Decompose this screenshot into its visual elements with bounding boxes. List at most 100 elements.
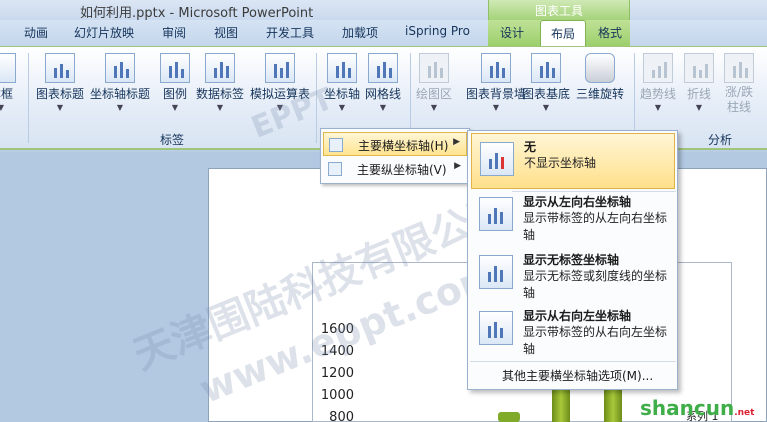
text-box-label: 本框 — [0, 87, 13, 101]
axes-label: 坐标轴 — [324, 87, 361, 101]
data-table-button[interactable]: 模拟运算表 ▼ — [250, 53, 310, 112]
legend-button[interactable]: 图例 ▼ — [160, 53, 190, 112]
axis-titles-label: 坐标轴标题 — [90, 87, 151, 101]
lines-button[interactable]: 折线 ▼ — [684, 53, 714, 112]
up-down-bars-label-2: 柱线 — [726, 100, 751, 114]
group-label-analysis: 分析 — [708, 133, 733, 147]
group-separator — [28, 53, 29, 143]
axis-option-right-to-left[interactable]: 显示从右向左坐标轴 显示带标签的从右向左坐标轴 — [471, 303, 675, 359]
data-labels-icon — [205, 53, 235, 83]
axes-icon — [327, 53, 357, 83]
data-labels-button[interactable]: 数据标签 ▼ — [196, 53, 244, 112]
gridlines-icon — [368, 53, 398, 83]
chart-title-button[interactable]: 图表标题 ▼ — [36, 53, 84, 112]
chart-bar[interactable] — [498, 412, 520, 422]
chevron-down-icon: ▼ — [216, 103, 224, 112]
axis-option-title: 显示从左向右坐标轴 — [523, 195, 632, 209]
left-to-right-axis-icon — [479, 197, 513, 231]
chart-wall-button[interactable]: 图表背景墙 ▼ — [466, 53, 526, 112]
axis-titles-icon — [105, 53, 135, 83]
chart-bar[interactable] — [552, 386, 570, 422]
text-box-icon — [0, 53, 16, 83]
axis-option-desc: 显示带标签的从右向左坐标轴 — [523, 325, 668, 356]
tab-developer[interactable]: 开发工具 — [266, 24, 314, 41]
axis-option-desc: 显示无标签或刻度线的坐标轴 — [523, 269, 668, 300]
right-to-left-axis-icon — [479, 311, 513, 345]
y-tick-label: 800 — [329, 410, 354, 422]
chart-bar[interactable] — [604, 386, 622, 422]
chevron-down-icon: ▼ — [0, 103, 5, 112]
more-axis-options-item[interactable]: 其他主要横坐标轴选项(M)... — [502, 367, 653, 384]
gridlines-button[interactable]: 网格线 ▼ — [365, 53, 401, 112]
trendline-button[interactable]: 趋势线 ▼ — [640, 53, 676, 112]
axes-button[interactable]: 坐标轴 ▼ — [320, 50, 362, 124]
up-down-bars-label-1: 涨/跌 — [724, 85, 754, 99]
chart-floor-icon — [531, 53, 561, 83]
tab-slideshow[interactable]: 幻灯片放映 — [74, 24, 134, 41]
chevron-down-icon: ▼ — [492, 103, 500, 112]
tab-view[interactable]: 视图 — [214, 24, 238, 41]
chevron-down-icon: ▼ — [695, 103, 703, 112]
chart-wall-icon — [481, 53, 511, 83]
no-axis-icon — [480, 142, 514, 176]
tab-layout[interactable]: 布局 — [540, 20, 586, 47]
chevron-right-icon: ▶ — [453, 137, 460, 147]
3d-rotation-button[interactable]: 三维旋转 — [576, 53, 624, 102]
chevron-down-icon: ▼ — [542, 103, 550, 112]
tab-ispring[interactable]: iSpring Pro — [405, 24, 470, 38]
tab-review[interactable]: 审阅 — [162, 24, 186, 41]
y-tick-label: 1600 — [320, 322, 354, 337]
primary-vertical-axis-label: 主要纵坐标轴(V) — [357, 163, 447, 177]
axis-option-left-to-right[interactable]: 显示从左向右坐标轴 显示带标签的从左向右坐标轴 — [471, 189, 675, 245]
3d-cube-icon — [585, 53, 615, 83]
horizontal-axis-dropdown: 无 不显示坐标轴 显示从左向右坐标轴 显示带标签的从左向右坐标轴 显示无标签坐标… — [467, 130, 678, 390]
trendline-label: 趋势线 — [640, 87, 677, 101]
data-table-icon — [265, 53, 295, 83]
plot-area-button[interactable]: 绘图区 ▼ — [416, 53, 452, 112]
tab-animations[interactable]: 动画 — [24, 24, 48, 41]
text-box-button[interactable]: 本框 ▼ — [0, 53, 16, 112]
tab-format[interactable]: 格式 — [598, 24, 622, 41]
primary-horizontal-axis-item[interactable]: 主要横坐标轴(H) ▶ — [323, 132, 467, 156]
axis-option-title: 显示从右向左坐标轴 — [523, 309, 632, 323]
site-logo: shancun.net — [640, 396, 754, 420]
up-down-bars-button[interactable]: 涨/跌 柱线 — [724, 53, 754, 115]
axis-titles-button[interactable]: 坐标轴标题 ▼ — [90, 53, 150, 112]
legend-icon — [160, 53, 190, 83]
y-tick-label: 1000 — [320, 388, 354, 403]
axis-option-desc: 显示带标签的从左向右坐标轴 — [523, 211, 668, 242]
axis-option-none[interactable]: 无 不显示坐标轴 — [471, 133, 675, 189]
chevron-down-icon: ▼ — [56, 103, 64, 112]
tab-design[interactable]: 设计 — [500, 24, 524, 41]
lines-label: 折线 — [686, 87, 711, 101]
menu-divider — [470, 361, 676, 362]
chevron-down-icon: ▼ — [430, 103, 438, 112]
chevron-down-icon: ▼ — [116, 103, 124, 112]
axis-option-desc: 不显示坐标轴 — [524, 156, 597, 170]
chevron-down-icon: ▼ — [338, 103, 346, 112]
y-tick-label: 1400 — [320, 344, 354, 359]
title-bar: 如何利用.pptx - Microsoft PowerPoint — [0, 0, 767, 21]
chart-floor-label: 图表基底 — [522, 87, 571, 101]
gridlines-label: 网格线 — [365, 87, 402, 101]
axis-option-no-labels[interactable]: 显示无标签坐标轴 显示无标签或刻度线的坐标轴 — [471, 247, 675, 303]
trendline-icon — [643, 53, 673, 83]
tab-addins[interactable]: 加载项 — [342, 24, 378, 41]
lines-icon — [684, 53, 714, 83]
vertical-axis-icon — [328, 162, 342, 176]
primary-vertical-axis-item[interactable]: 主要纵坐标轴(V) ▶ — [323, 157, 467, 181]
primary-horizontal-axis-label: 主要横坐标轴(H) — [358, 139, 449, 153]
data-table-label: 模拟运算表 — [250, 87, 311, 101]
group-label-labels: 标签 — [160, 133, 185, 147]
no-labels-axis-icon — [479, 255, 513, 289]
chart-floor-button[interactable]: 图表基底 ▼ — [522, 53, 570, 112]
data-labels-label: 数据标签 — [196, 87, 245, 101]
group-separator — [316, 53, 317, 143]
chevron-down-icon: ▼ — [654, 103, 662, 112]
horizontal-axis-icon — [329, 138, 343, 152]
chart-title-icon — [45, 53, 75, 83]
chevron-down-icon: ▼ — [276, 103, 284, 112]
plot-area-icon — [419, 53, 449, 83]
plot-area-label: 绘图区 — [416, 87, 453, 101]
window-title: 如何利用.pptx - Microsoft PowerPoint — [80, 6, 314, 21]
